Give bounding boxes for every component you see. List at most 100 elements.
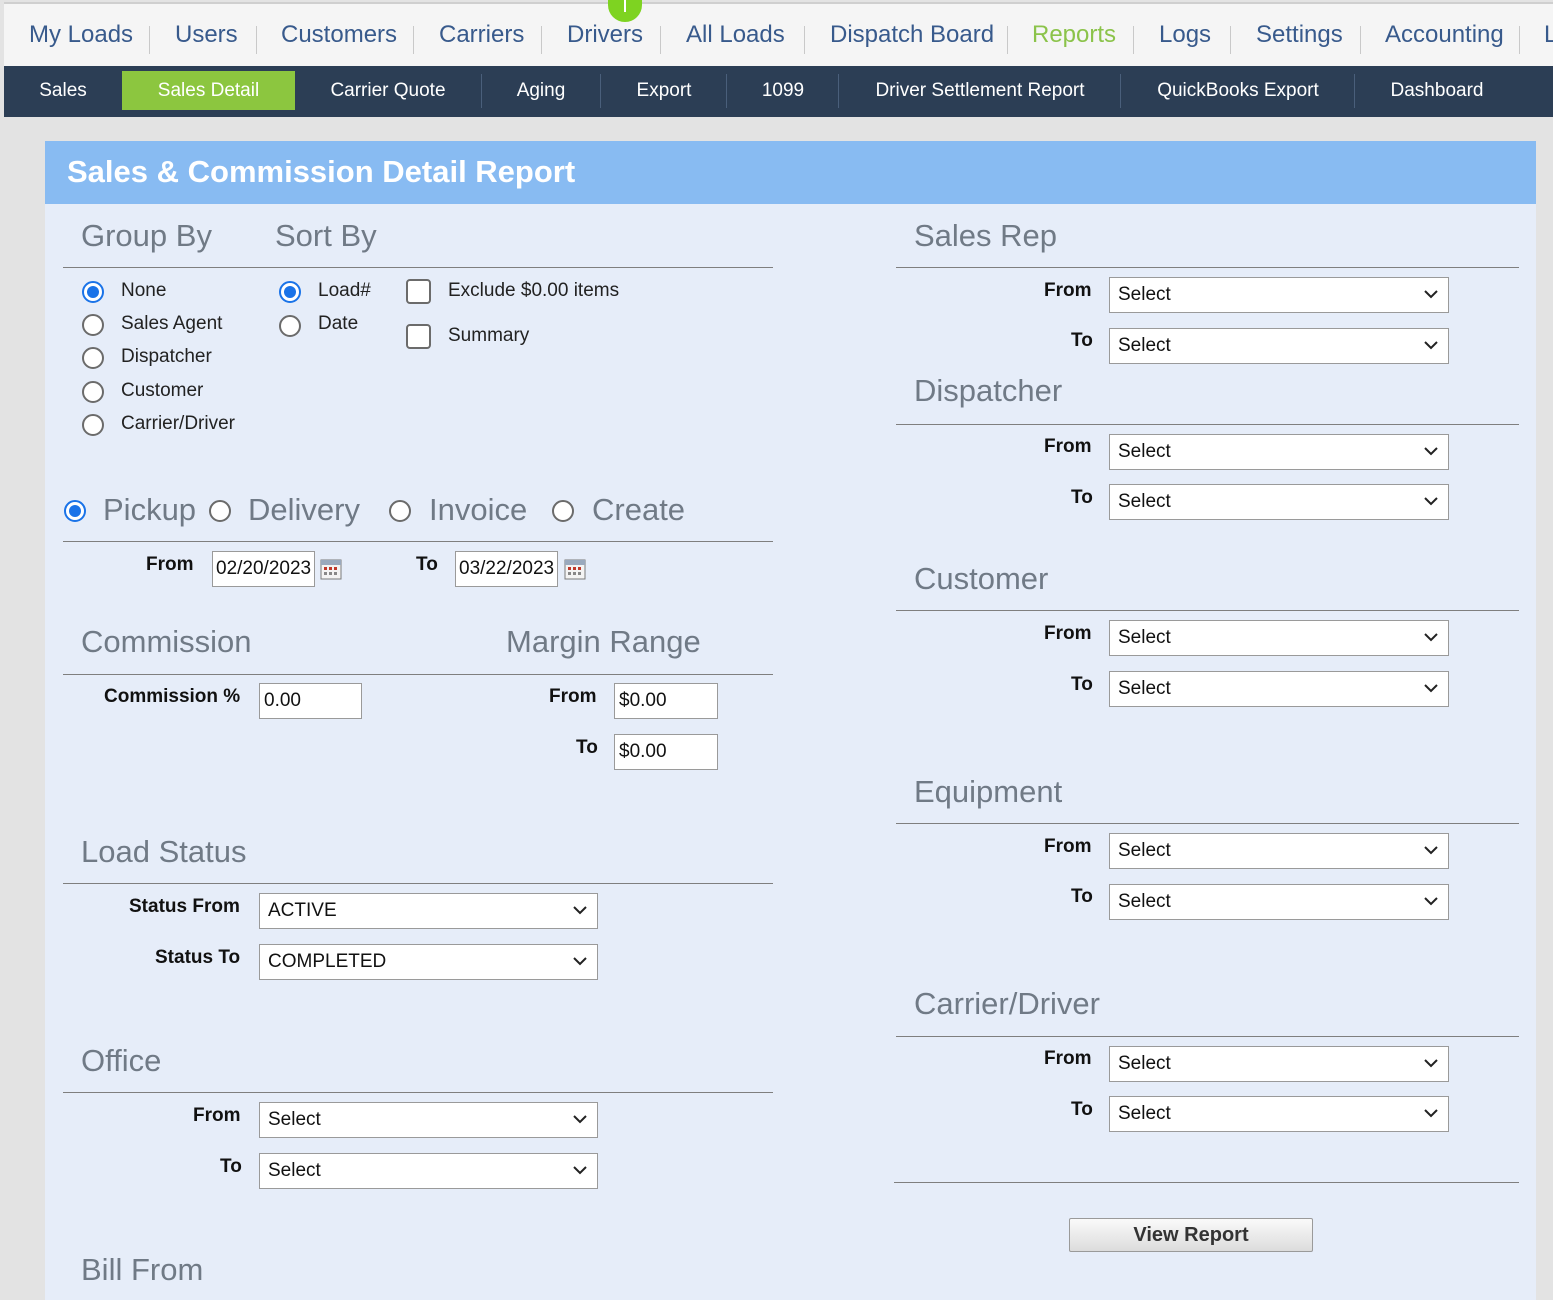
date-create-radio[interactable] bbox=[552, 500, 574, 522]
nav-truncated-item[interactable]: L bbox=[1544, 4, 1553, 66]
subnav-quickbooks-export[interactable]: QuickBooks Export bbox=[1141, 71, 1335, 110]
nav-divider bbox=[804, 26, 805, 54]
dispatcher-from-label: From bbox=[1044, 436, 1092, 457]
section-rule bbox=[896, 267, 1519, 268]
equipment-to-select[interactable]: Select bbox=[1109, 884, 1449, 920]
nav-divider bbox=[256, 26, 257, 54]
chevron-down-icon bbox=[573, 1166, 587, 1175]
subnav-sales-detail[interactable]: Sales Detail bbox=[122, 71, 295, 110]
sales-rep-to-select[interactable]: Select bbox=[1109, 328, 1449, 364]
sales-rep-from-select[interactable]: Select bbox=[1109, 277, 1449, 313]
subnav-divider bbox=[481, 74, 482, 108]
top-nav: My Loads Users Customers Carriers Driver… bbox=[4, 0, 1553, 66]
chevron-down-icon bbox=[573, 1115, 587, 1124]
subnav-aging[interactable]: Aging bbox=[502, 71, 580, 110]
status-to-select[interactable]: COMPLETED bbox=[259, 944, 598, 980]
bill-from-title: Bill From bbox=[81, 1252, 204, 1287]
nav-my-loads[interactable]: My Loads bbox=[29, 4, 133, 66]
group-by-dispatcher-radio[interactable] bbox=[82, 347, 104, 369]
group-by-customer-label: Customer bbox=[121, 380, 204, 401]
carrier-driver-from-value: Select bbox=[1118, 1053, 1171, 1074]
sort-by-load-radio[interactable] bbox=[279, 281, 301, 303]
subnav-divider bbox=[1120, 74, 1121, 108]
subnav-sales[interactable]: Sales bbox=[30, 71, 96, 110]
group-by-sales-agent-radio[interactable] bbox=[82, 314, 104, 336]
group-by-none-radio[interactable] bbox=[82, 281, 104, 303]
date-to-input[interactable]: 03/22/2023 bbox=[455, 551, 558, 587]
group-by-title: Group By bbox=[81, 218, 212, 253]
carrier-driver-from-select[interactable]: Select bbox=[1109, 1046, 1449, 1082]
status-from-label: Status From bbox=[129, 896, 240, 917]
subnav-carrier-quote[interactable]: Carrier Quote bbox=[317, 71, 459, 110]
date-create-label: Create bbox=[592, 492, 686, 527]
customer-from-select[interactable]: Select bbox=[1109, 620, 1449, 656]
subnav-dashboard[interactable]: Dashboard bbox=[1374, 71, 1500, 110]
office-title: Office bbox=[81, 1043, 162, 1078]
dispatcher-to-select[interactable]: Select bbox=[1109, 484, 1449, 520]
date-invoice-radio[interactable] bbox=[389, 500, 411, 522]
nav-users[interactable]: Users bbox=[175, 4, 238, 66]
equipment-from-select[interactable]: Select bbox=[1109, 833, 1449, 869]
load-status-title: Load Status bbox=[81, 834, 247, 869]
status-from-value: ACTIVE bbox=[268, 900, 337, 921]
dispatcher-from-select[interactable]: Select bbox=[1109, 434, 1449, 470]
nav-drivers[interactable]: Drivers bbox=[567, 4, 643, 66]
nav-accounting[interactable]: Accounting bbox=[1385, 4, 1504, 66]
date-delivery-label: Delivery bbox=[248, 492, 360, 527]
carrier-driver-to-label: To bbox=[1071, 1099, 1093, 1120]
date-to-calendar-icon[interactable] bbox=[564, 558, 586, 580]
nav-reports[interactable]: Reports bbox=[1032, 4, 1116, 66]
date-from-input[interactable]: 02/20/2023 bbox=[212, 551, 315, 587]
group-by-sales-agent-label: Sales Agent bbox=[121, 313, 223, 334]
sort-by-date-radio[interactable] bbox=[279, 315, 301, 337]
subnav-driver-settlement-report[interactable]: Driver Settlement Report bbox=[860, 71, 1100, 110]
section-rule bbox=[896, 424, 1519, 425]
subnav-divider bbox=[726, 74, 727, 108]
carrier-driver-from-label: From bbox=[1044, 1048, 1092, 1069]
equipment-to-label: To bbox=[1071, 886, 1093, 907]
status-from-select[interactable]: ACTIVE bbox=[259, 893, 598, 929]
equipment-title: Equipment bbox=[914, 774, 1063, 809]
nav-carriers[interactable]: Carriers bbox=[439, 4, 524, 66]
dispatcher-from-value: Select bbox=[1118, 441, 1171, 462]
sort-by-date-label: Date bbox=[318, 313, 359, 334]
summary-checkbox[interactable] bbox=[406, 324, 431, 349]
margin-to-label: To bbox=[576, 737, 598, 758]
commission-percent-label: Commission % bbox=[104, 686, 241, 707]
exclude-zero-checkbox[interactable] bbox=[406, 279, 431, 304]
date-from-calendar-icon[interactable] bbox=[320, 558, 342, 580]
customer-to-select[interactable]: Select bbox=[1109, 671, 1449, 707]
nav-divider bbox=[1230, 26, 1231, 54]
nav-dispatch-board[interactable]: Dispatch Board bbox=[830, 4, 994, 66]
nav-logs[interactable]: Logs bbox=[1159, 4, 1211, 66]
section-rule bbox=[63, 883, 773, 884]
nav-customers[interactable]: Customers bbox=[281, 4, 397, 66]
panel-title: Sales & Commission Detail Report bbox=[67, 154, 576, 189]
subnav-export[interactable]: Export bbox=[621, 71, 707, 110]
date-delivery-radio[interactable] bbox=[209, 500, 231, 522]
nav-divider bbox=[1519, 26, 1520, 54]
group-by-customer-radio[interactable] bbox=[82, 381, 104, 403]
sales-rep-to-label: To bbox=[1071, 330, 1093, 351]
date-pickup-radio[interactable] bbox=[64, 500, 86, 522]
nav-divider bbox=[149, 26, 150, 54]
office-from-select[interactable]: Select bbox=[259, 1102, 598, 1138]
office-from-value: Select bbox=[268, 1109, 321, 1130]
view-report-button[interactable]: View Report bbox=[1069, 1218, 1313, 1252]
commission-percent-input[interactable]: 0.00 bbox=[259, 683, 362, 719]
sales-rep-from-label: From bbox=[1044, 280, 1092, 301]
report-panel: Sales & Commission Detail Report Group B… bbox=[45, 141, 1536, 1300]
group-by-carrier-driver-label: Carrier/Driver bbox=[121, 413, 235, 434]
subnav-1099[interactable]: 1099 bbox=[744, 71, 822, 110]
margin-to-input[interactable]: $0.00 bbox=[614, 734, 718, 770]
margin-from-input[interactable]: $0.00 bbox=[614, 683, 718, 719]
group-by-carrier-driver-radio[interactable] bbox=[82, 414, 104, 436]
chevron-down-icon bbox=[573, 957, 587, 966]
chevron-down-icon bbox=[1424, 497, 1438, 506]
equipment-from-label: From bbox=[1044, 836, 1092, 857]
nav-all-loads[interactable]: All Loads bbox=[686, 4, 785, 66]
office-to-select[interactable]: Select bbox=[259, 1153, 598, 1189]
customer-title: Customer bbox=[914, 561, 1049, 596]
carrier-driver-to-select[interactable]: Select bbox=[1109, 1096, 1449, 1132]
nav-settings[interactable]: Settings bbox=[1256, 4, 1343, 66]
